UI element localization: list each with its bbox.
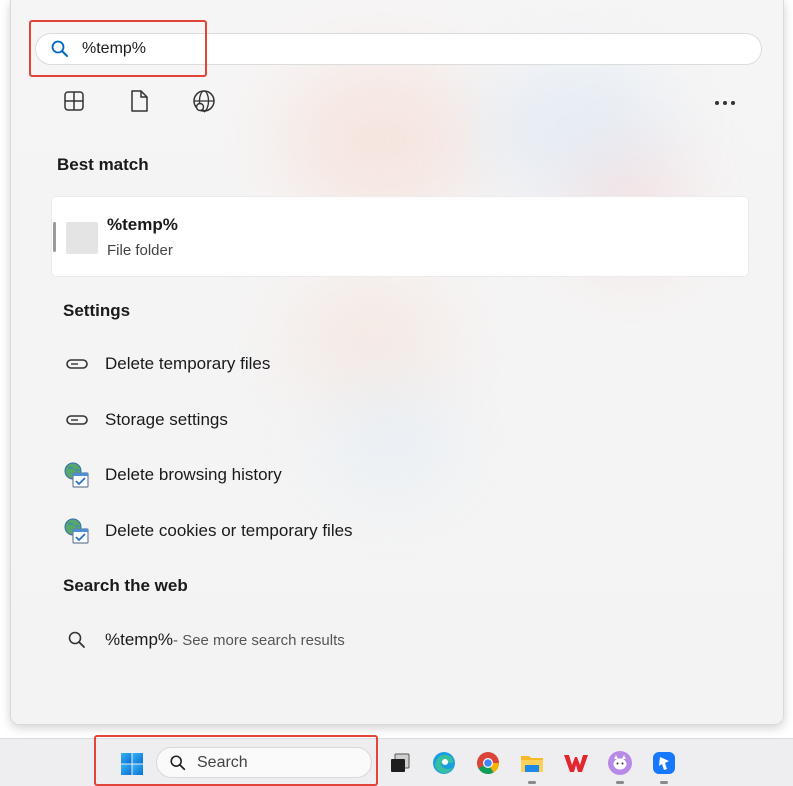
- chrome-icon: [477, 752, 499, 774]
- web-filter-button[interactable]: [185, 88, 223, 118]
- documents-filter-button[interactable]: [120, 88, 158, 118]
- filter-bar: [55, 88, 223, 118]
- search-web-heading: Search the web: [63, 576, 188, 595]
- taskbar-search-label: Search: [197, 753, 248, 771]
- best-match-result[interactable]: %temp% File folder: [51, 196, 749, 277]
- apps-grid-icon: [63, 90, 85, 117]
- best-match-heading: Best match: [57, 155, 149, 174]
- taskbar: Search: [0, 738, 793, 786]
- search-icon: [169, 754, 187, 772]
- search-input[interactable]: [82, 40, 682, 58]
- setting-label: Storage settings: [105, 410, 228, 429]
- result-name: %temp%: [107, 215, 178, 234]
- running-indicator: [660, 781, 668, 784]
- more-ellipsis-icon: [715, 101, 719, 105]
- more-ellipsis-dot: [731, 101, 735, 105]
- edge-app[interactable]: [429, 748, 459, 778]
- windows-logo-icon: [121, 753, 143, 775]
- internet-options-icon: [63, 461, 91, 489]
- start-button[interactable]: [116, 748, 148, 780]
- file-explorer-app[interactable]: [517, 748, 547, 784]
- more-options-button[interactable]: [707, 88, 743, 118]
- cat-app[interactable]: [605, 748, 635, 784]
- blue-app-icon: [653, 752, 675, 774]
- web-search-result[interactable]: %temp% - See more search results: [63, 620, 743, 660]
- running-indicator: [616, 781, 624, 784]
- taskbar-search[interactable]: Search: [156, 747, 372, 778]
- setting-label: Delete cookies or temporary files: [105, 521, 353, 540]
- setting-delete-browsing-history[interactable]: Delete browsing history: [63, 455, 743, 495]
- setting-storage-settings[interactable]: Storage settings: [63, 400, 743, 440]
- file-explorer-icon: [521, 756, 543, 772]
- web-query: %temp%: [105, 630, 174, 649]
- search-icon: [63, 626, 91, 654]
- storage-drive-icon: [63, 406, 91, 434]
- setting-delete-cookies[interactable]: Delete cookies or temporary files: [63, 511, 743, 551]
- more-ellipsis-dot: [723, 101, 727, 105]
- chrome-app[interactable]: [473, 748, 503, 778]
- apps-filter-button[interactable]: [55, 88, 93, 118]
- search-panel: Best match %temp% File folder Settings D…: [10, 0, 784, 725]
- folder-icon: [66, 222, 98, 254]
- cat-app-icon: [608, 751, 632, 775]
- search-icon: [50, 39, 70, 59]
- setting-label: Delete browsing history: [105, 465, 282, 484]
- edge-icon: [433, 752, 455, 774]
- web-more-results: - See more search results: [173, 631, 345, 649]
- running-indicator: [528, 781, 536, 784]
- result-type: File folder: [107, 242, 173, 259]
- wps-office-app[interactable]: [561, 748, 591, 778]
- wps-office-icon: [564, 755, 588, 772]
- setting-delete-temporary-files[interactable]: Delete temporary files: [63, 344, 743, 384]
- screen: Best match %temp% File folder Settings D…: [0, 0, 793, 786]
- search-box[interactable]: [35, 33, 762, 65]
- document-icon: [128, 89, 150, 118]
- selection-indicator: [53, 222, 56, 252]
- task-view-button[interactable]: [385, 748, 415, 778]
- storage-drive-icon: [63, 350, 91, 378]
- internet-options-icon: [63, 517, 91, 545]
- setting-label: Delete temporary files: [105, 354, 271, 373]
- blue-app[interactable]: [649, 748, 679, 784]
- settings-heading: Settings: [63, 301, 131, 320]
- task-view-icon: [391, 753, 410, 772]
- web-globe-icon: [191, 88, 217, 119]
